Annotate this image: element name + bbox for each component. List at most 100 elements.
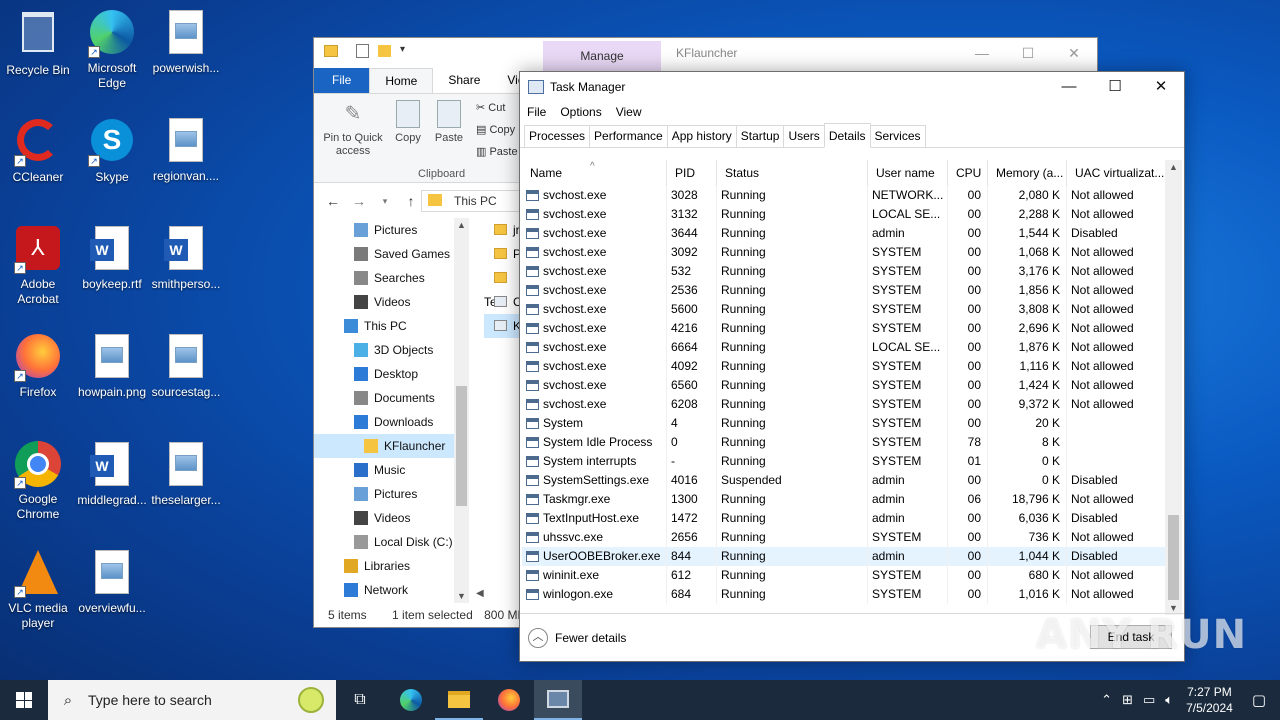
table-row[interactable]: svchost.exe 6208 Running SYSTEM 00 9,372 K Not… (522, 395, 1167, 414)
network-icon[interactable]: ⊞ (1122, 692, 1133, 708)
tab-startup[interactable]: Startup (735, 125, 785, 147)
tab-services[interactable]: Services (869, 125, 926, 147)
details-scroll-thumb[interactable] (1168, 515, 1179, 600)
start-button[interactable] (0, 680, 48, 720)
tab-home[interactable]: Home (369, 68, 434, 93)
recent-dropdown-icon[interactable]: ▾ (372, 196, 398, 207)
copy-button[interactable]: Copy (392, 100, 424, 145)
tab-file[interactable]: File (314, 68, 370, 93)
tree-item[interactable]: Network (314, 578, 469, 602)
table-row[interactable]: svchost.exe 3644 Running admin 00 1,544 K Disa… (522, 224, 1167, 243)
manage-tab[interactable]: Manage (543, 41, 661, 71)
fewer-details-button[interactable]: ︿ Fewer details (528, 628, 626, 648)
table-row[interactable]: System 4 Running SYSTEM 00 20 K (522, 414, 1167, 433)
table-row[interactable]: svchost.exe 3028 Running NETWORK... 00 2,080 … (522, 186, 1167, 205)
menu-view[interactable]: View (616, 102, 642, 122)
desktop-icon[interactable]: Wmiddlegrad... (74, 440, 150, 508)
tree-item[interactable]: Videos (314, 506, 469, 530)
scroll-down-icon[interactable]: ▼ (457, 591, 466, 601)
navigation-scroll-thumb[interactable] (456, 386, 467, 506)
notifications-icon[interactable]: ▢ (1252, 691, 1266, 709)
hscroll-left-icon[interactable]: ◀ (476, 588, 484, 599)
table-row[interactable]: svchost.exe 532 Running SYSTEM 00 3,176 K Not … (522, 262, 1167, 281)
tree-item[interactable]: This PC (314, 314, 469, 338)
address-bar[interactable]: This PC › (421, 190, 531, 212)
details-scrollbar[interactable]: ▲ ▼ (1165, 160, 1182, 615)
tree-item[interactable]: Saved Games (314, 242, 469, 266)
column-uac[interactable]: UAC virtualizat... (1067, 160, 1167, 186)
table-row[interactable]: svchost.exe 5600 Running SYSTEM 00 3,808 K Not… (522, 300, 1167, 319)
new-folder-icon[interactable] (378, 45, 391, 57)
table-row[interactable]: svchost.exe 4092 Running SYSTEM 00 1,116 K Not… (522, 357, 1167, 376)
copy-path-button[interactable]: ▤ Copy (476, 123, 515, 136)
desktop-icon[interactable]: Wboykeep.rtf (74, 224, 150, 292)
explorer-minimize-button[interactable]: — (959, 38, 1005, 68)
tab-share[interactable]: Share (433, 68, 495, 93)
desktop-icon[interactable]: Recycle Bin (0, 8, 76, 78)
tree-item[interactable]: Pictures (314, 218, 469, 242)
menu-options[interactable]: Options (560, 102, 601, 122)
desktop-icon[interactable]: powerwish... (148, 8, 224, 76)
table-row[interactable]: svchost.exe 6560 Running SYSTEM 00 1,424 K Not… (522, 376, 1167, 395)
tab-performance[interactable]: Performance (589, 125, 668, 147)
tab-view[interactable]: View (495, 68, 521, 93)
explorer-close-button[interactable]: ✕ (1051, 38, 1097, 68)
taskmgr-close-button[interactable]: ✕ (1138, 72, 1184, 102)
taskbar-edge[interactable] (387, 680, 435, 720)
column-name[interactable]: Name ^ (522, 160, 667, 186)
taskmgr-minimize-button[interactable]: — (1046, 72, 1092, 102)
tree-item[interactable]: Videos (314, 290, 469, 314)
task-view-button[interactable]: ⧉ (336, 680, 384, 720)
table-row[interactable]: winlogon.exe 684 Running SYSTEM 00 1,016 K Not… (522, 585, 1167, 604)
column-cpu[interactable]: CPU (948, 160, 988, 186)
tree-item[interactable]: Local Disk (C:) (314, 530, 469, 554)
volume-icon[interactable]: 🔈︎ (1165, 692, 1173, 708)
tree-item[interactable]: 3D Objects (314, 338, 469, 362)
paste-button[interactable]: Paste (432, 100, 466, 145)
file-list-item[interactable]: jr (484, 218, 524, 242)
cut-button[interactable]: ✂ Cut (476, 101, 505, 114)
tree-item[interactable]: Documents (314, 386, 469, 410)
tab-details[interactable]: Details (823, 123, 871, 148)
table-row[interactable]: wininit.exe 612 Running SYSTEM 00 680 K Not al… (522, 566, 1167, 585)
column-user[interactable]: User name (868, 160, 948, 186)
table-row[interactable]: SystemSettings.exe 4016 Suspended admin 00 0 … (522, 471, 1167, 490)
table-row[interactable]: svchost.exe 3132 Running LOCAL SE... 00 2,288… (522, 205, 1167, 224)
scroll-up-icon[interactable]: ▲ (1165, 160, 1182, 174)
taskbar-firefox[interactable] (485, 680, 533, 720)
column-memory[interactable]: Memory (a... (988, 160, 1067, 186)
column-status[interactable]: Status (717, 160, 868, 186)
table-row[interactable]: uhssvc.exe 2656 Running SYSTEM 00 736 K Not al… (522, 528, 1167, 547)
table-row[interactable]: svchost.exe 3092 Running SYSTEM 00 1,068 K Not… (522, 243, 1167, 262)
pin-quick-access-button[interactable]: ✎ Pin to Quick access (318, 100, 388, 158)
taskmgr-maximize-button[interactable]: ☐ (1092, 72, 1138, 102)
desktop-icon[interactable]: S ↗ Skype (74, 116, 150, 185)
tree-item[interactable]: Music (314, 458, 469, 482)
desktop-icon[interactable]: ↗ VLC media player (0, 548, 76, 631)
desktop-icon[interactable]: Wsmithperso... (148, 224, 224, 292)
tree-item[interactable]: Downloads (314, 410, 469, 434)
forward-icon[interactable]: → (346, 193, 372, 209)
table-row[interactable]: System interrupts - Running SYSTEM 01 0 K (522, 452, 1167, 471)
chevron-up-icon[interactable]: ⌃ (1101, 692, 1112, 708)
desktop-icon[interactable]: theselarger... (148, 440, 224, 508)
file-list-item[interactable]: Pl (484, 242, 524, 266)
desktop-icon[interactable]: overviewfu... (74, 548, 150, 616)
table-row[interactable]: Taskmgr.exe 1300 Running admin 06 18,796 K Not… (522, 490, 1167, 509)
taskbar-file-explorer[interactable] (435, 680, 483, 720)
file-list-item[interactable]: C (484, 290, 524, 314)
desktop-icon[interactable]: ⅄ ↗ Adobe Acrobat (0, 224, 76, 307)
column-pid[interactable]: PID (667, 160, 717, 186)
desktop-icon[interactable]: ↗ CCleaner (0, 116, 76, 185)
table-row[interactable]: svchost.exe 4216 Running SYSTEM 00 2,696 K Not… (522, 319, 1167, 338)
desktop-icon[interactable]: sourcestag... (148, 332, 224, 400)
taskbar-task-manager[interactable] (534, 680, 582, 720)
table-row[interactable]: System Idle Process 0 Running SYSTEM 78 8 K (522, 433, 1167, 452)
tree-item[interactable]: Searches (314, 266, 469, 290)
tree-item[interactable]: Pictures (314, 482, 469, 506)
quick-access-dropdown-icon[interactable]: ▾ (400, 44, 405, 55)
tree-item[interactable]: KFlauncher (314, 434, 469, 458)
scroll-up-icon[interactable]: ▲ (457, 220, 466, 230)
tab-users[interactable]: Users (783, 125, 825, 147)
file-list-item[interactable]: K (484, 314, 524, 338)
